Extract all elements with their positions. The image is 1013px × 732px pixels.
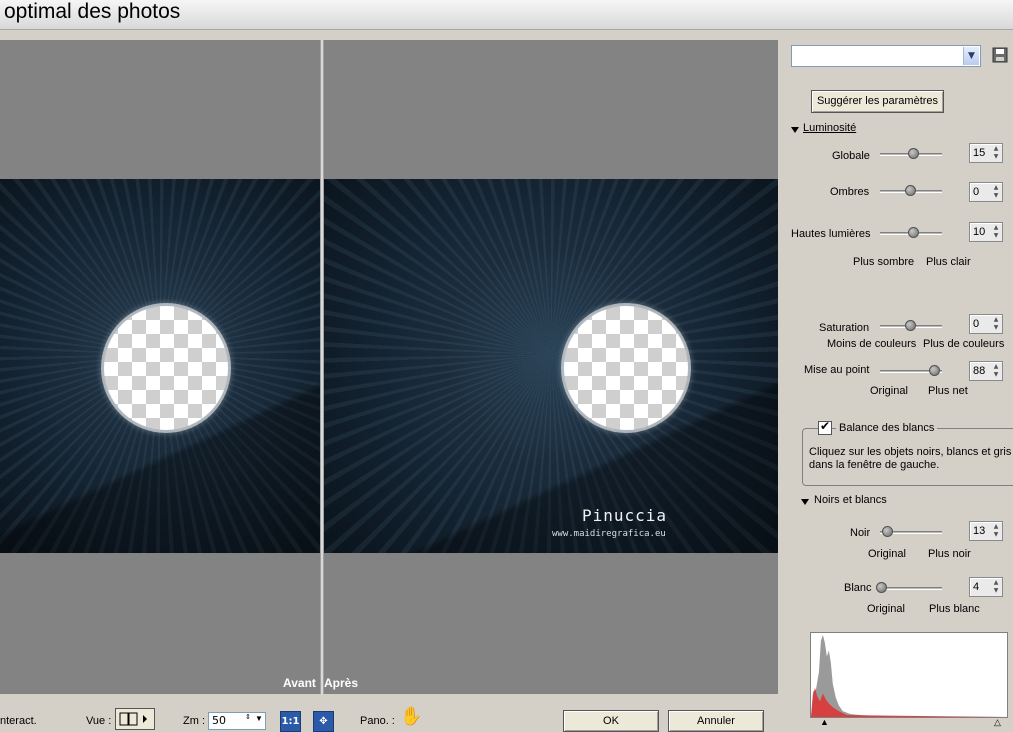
window-titlebar: optimal des photos: [0, 0, 1013, 30]
view-mode-button[interactable]: [115, 708, 155, 730]
before-label: Avant: [283, 676, 316, 690]
watermark-url: www.maidiregrafica.eu: [552, 529, 666, 539]
chevron-down-icon[interactable]: ▼: [255, 714, 263, 723]
spin-down-icon[interactable]: ▼: [992, 587, 1000, 595]
collapse-triangle-icon[interactable]: [791, 127, 799, 133]
spin-down-icon[interactable]: ▼: [992, 192, 1000, 200]
spin-up-icon[interactable]: ▲: [992, 363, 1000, 371]
zoom-field[interactable]: 50 ⇕ ▼: [208, 712, 266, 730]
globale-spinbox[interactable]: 15 ▲ ▼: [969, 143, 1003, 163]
cancel-button[interactable]: Annuler: [668, 710, 764, 732]
blanc-right-hint: Plus blanc: [929, 603, 980, 615]
spin-down-icon[interactable]: ▼: [992, 324, 1000, 332]
blanc-left-hint: Original: [867, 603, 905, 615]
hautes-lumieres-slider-thumb[interactable]: [908, 227, 920, 238]
bottom-toolbar: nteract. Vue : Zm : 50 ⇕ ▼ 1:1 ✥ Pano. :…: [0, 694, 778, 732]
suggest-settings-button[interactable]: Suggérer les paramètres: [811, 90, 944, 113]
hautes-lumieres-label: Hautes lumières: [791, 228, 871, 240]
spin-up-icon[interactable]: ▲: [992, 579, 1000, 587]
brightness-header[interactable]: Luminosité: [803, 122, 856, 134]
globale-slider-thumb[interactable]: [908, 148, 920, 159]
globale-label: Globale: [832, 150, 870, 162]
watermark-name: Pinuccia: [582, 506, 668, 525]
white-balance-group: Cliquez sur les objets noirs, blancs et …: [802, 428, 1013, 486]
histogram-graph: [810, 632, 1008, 718]
spin-updown-icon[interactable]: ⇕: [245, 713, 251, 721]
noir-label: Noir: [850, 527, 871, 539]
chevron-down-icon[interactable]: ▼: [963, 47, 979, 65]
brightness-left-hint: Plus sombre: [853, 256, 915, 268]
fit-window-icon: ✥: [319, 716, 328, 727]
before-image[interactable]: [0, 179, 320, 553]
settings-panel: ▼ Suggérer les paramètres Luminosité Glo…: [778, 30, 1013, 728]
transparent-circle: [104, 306, 228, 430]
noir-slider-thumb[interactable]: [882, 526, 894, 537]
noir-right-hint: Plus noir: [928, 548, 971, 560]
spin-up-icon[interactable]: ▲: [992, 316, 1000, 324]
checkmark-icon: ✔: [820, 419, 831, 433]
noir-left-hint: Original: [868, 548, 906, 560]
transparent-circle: [564, 306, 688, 430]
focus-left-hint: Original: [870, 385, 908, 397]
window-title: optimal des photos: [4, 0, 181, 23]
saturation-right-hint: Plus de couleurs: [923, 338, 1005, 350]
focus-slider-thumb[interactable]: [928, 365, 940, 376]
blanc-spinbox[interactable]: 4 ▲ ▼: [969, 577, 1003, 597]
ombres-slider-thumb[interactable]: [905, 185, 916, 196]
white-balance-checkbox[interactable]: ✔: [818, 419, 832, 435]
noir-spinbox[interactable]: 13 ▲ ▼: [969, 521, 1003, 541]
blacks-whites-header[interactable]: Noirs et blancs: [814, 494, 887, 506]
spin-down-icon[interactable]: ▼: [992, 371, 1000, 379]
saturation-left-hint: Moins de couleurs: [827, 338, 917, 350]
blanc-slider-thumb[interactable]: [876, 582, 888, 593]
spin-down-icon[interactable]: ▼: [992, 232, 1000, 240]
black-point-marker-icon[interactable]: ▲: [820, 717, 829, 727]
spin-down-icon[interactable]: ▼: [992, 153, 1000, 161]
preset-dropdown[interactable]: ▼: [791, 45, 981, 67]
interact-label: nteract.: [0, 715, 37, 727]
blanc-label: Blanc: [844, 582, 872, 594]
zoom-label: Zm :: [183, 715, 205, 727]
white-balance-label[interactable]: Balance des blancs: [836, 422, 938, 434]
spin-up-icon[interactable]: ▲: [992, 184, 1000, 192]
focus-spinbox[interactable]: 88 ▲ ▼: [969, 361, 1003, 381]
spin-up-icon[interactable]: ▲: [992, 145, 1000, 153]
hand-icon[interactable]: ✋: [400, 706, 422, 727]
spin-up-icon[interactable]: ▲: [992, 523, 1000, 531]
after-pane[interactable]: Pinuccia www.maidiregrafica.eu: [324, 40, 778, 694]
collapse-triangle-icon[interactable]: [801, 499, 809, 505]
preview-area: Pinuccia www.maidiregrafica.eu Avant Apr…: [0, 40, 778, 694]
actual-size-button[interactable]: 1:1: [280, 711, 301, 732]
fit-window-button[interactable]: ✥: [313, 711, 334, 732]
after-label: Après: [324, 676, 359, 690]
white-balance-instructions: Cliquez sur les objets noirs, blancs et …: [809, 446, 1012, 471]
ombres-label: Ombres: [830, 186, 870, 198]
pan-label: Pano. :: [360, 715, 395, 727]
white-point-marker-icon[interactable]: △: [994, 717, 1001, 728]
saturation-spinbox[interactable]: 0 ▲ ▼: [969, 314, 1003, 334]
before-pane[interactable]: [0, 40, 320, 694]
hautes-lumieres-spinbox[interactable]: 10 ▲ ▼: [969, 222, 1003, 242]
focus-label: Mise au point: [804, 364, 870, 376]
after-image[interactable]: Pinuccia www.maidiregrafica.eu: [324, 179, 778, 553]
saturation-slider-thumb[interactable]: [905, 320, 916, 331]
split-view-icon: [119, 712, 147, 726]
spin-down-icon[interactable]: ▼: [992, 531, 1000, 539]
view-label: Vue :: [86, 715, 112, 727]
saturation-label: Saturation: [819, 322, 870, 334]
blanc-slider[interactable]: [880, 587, 942, 590]
ok-button[interactable]: OK: [563, 710, 659, 732]
spin-up-icon[interactable]: ▲: [992, 224, 1000, 232]
ombres-spinbox[interactable]: 0 ▲ ▼: [969, 182, 1003, 202]
focus-right-hint: Plus net: [928, 385, 968, 397]
brightness-right-hint: Plus clair: [926, 256, 971, 268]
floppy-disk-icon[interactable]: [992, 47, 1008, 63]
